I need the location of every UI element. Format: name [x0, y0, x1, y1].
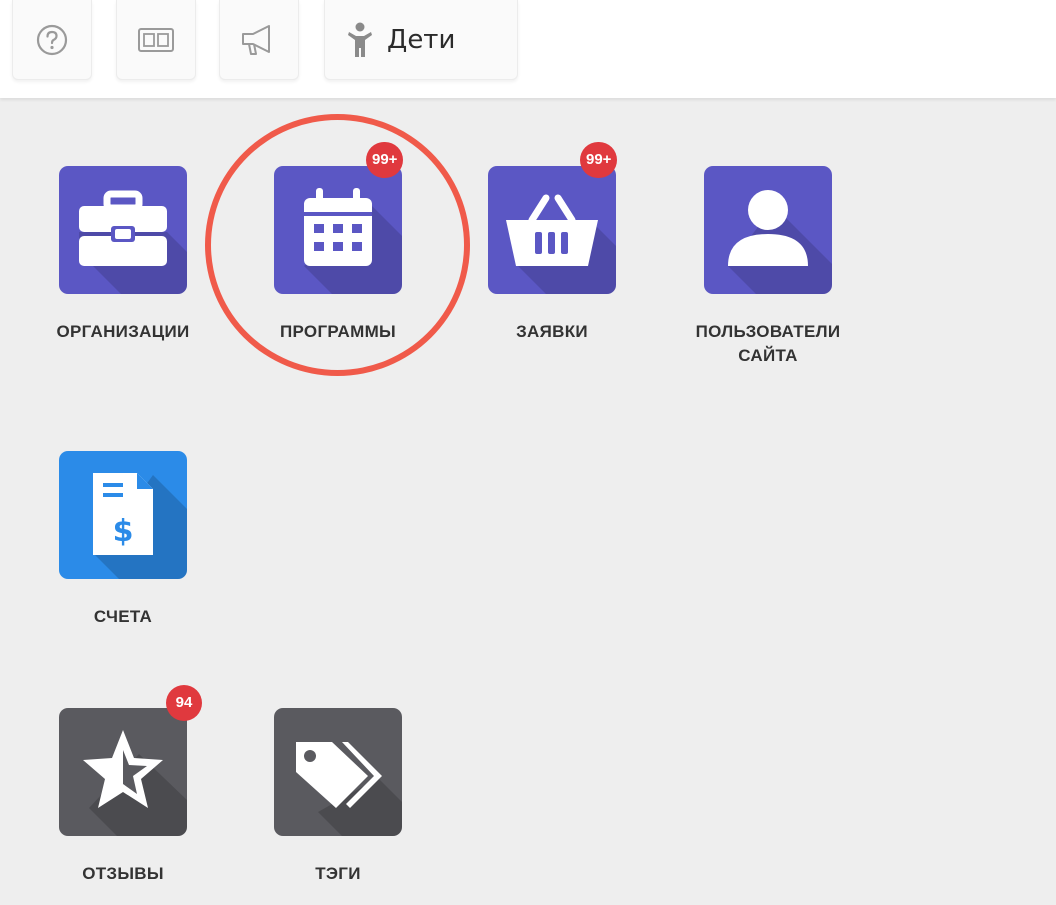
- programs-badge: 99+: [366, 142, 404, 178]
- tile-organizations[interactable]: ОРГАНИЗАЦИИ: [28, 166, 218, 344]
- tile-site-users[interactable]: ПОЛЬЗОВАТЕЛИ САЙТА: [673, 166, 863, 368]
- tile-programs[interactable]: ПРОГРАММЫ: [243, 166, 433, 344]
- tile-label-tags: ТЭГИ: [315, 864, 361, 883]
- tile-label-site-users-line2: САЙТА: [738, 346, 798, 365]
- programs-tile-icon-box[interactable]: [274, 166, 402, 294]
- tile-invoices[interactable]: $ СЧЕТА: [28, 451, 218, 629]
- organizations-tile-icon-box[interactable]: [59, 166, 187, 294]
- user-icon: [728, 190, 808, 266]
- news-button[interactable]: [116, 0, 196, 80]
- tags-tile-icon-box[interactable]: [274, 708, 402, 836]
- tile-label-site-users-line1: ПОЛЬЗОВАТЕЛИ: [695, 322, 841, 341]
- calendar-icon: [304, 188, 372, 266]
- tile-reviews[interactable]: ОТЗЫВЫ: [28, 708, 218, 886]
- tile-label-programs: ПРОГРАММЫ: [280, 322, 396, 341]
- help-circle-icon: [36, 24, 68, 55]
- child-icon: [348, 22, 372, 57]
- section-label: Дети: [387, 24, 456, 55]
- tile-requests[interactable]: ЗАЯВКИ: [457, 166, 647, 344]
- reviews-tile-icon-box[interactable]: [59, 708, 187, 836]
- newspaper-icon: [138, 27, 174, 52]
- reviews-badge: 94: [166, 685, 202, 721]
- invoices-tile-icon-box[interactable]: $: [59, 451, 187, 579]
- tile-label-invoices: СЧЕТА: [93, 607, 153, 626]
- tags-icon: [296, 742, 382, 808]
- tile-label-organizations: ОРГАНИЗАЦИИ: [56, 322, 190, 341]
- star-icon: [83, 730, 163, 808]
- invoice-icon: $: [93, 473, 153, 555]
- site-users-tile-icon-box[interactable]: [704, 166, 832, 294]
- requests-badge: 99+: [580, 142, 618, 178]
- announcements-button[interactable]: [219, 0, 299, 80]
- tile-label-reviews: ОТЗЫВЫ: [82, 864, 164, 883]
- tile-label-site-users: ПОЛЬЗОВАТЕЛИ САЙТА: [673, 320, 863, 368]
- svg-text:$: $: [113, 514, 134, 549]
- megaphone-icon: [242, 24, 270, 55]
- briefcase-icon: [79, 190, 167, 266]
- section-children-button[interactable]: Дети: [324, 0, 518, 80]
- help-button[interactable]: [12, 0, 92, 80]
- tile-tags[interactable]: ТЭГИ: [243, 708, 433, 886]
- tile-label-requests: ЗАЯВКИ: [516, 322, 588, 341]
- basket-icon: [506, 194, 598, 266]
- top-toolbar: Дети: [0, 0, 1056, 98]
- requests-tile-icon-box[interactable]: [488, 166, 616, 294]
